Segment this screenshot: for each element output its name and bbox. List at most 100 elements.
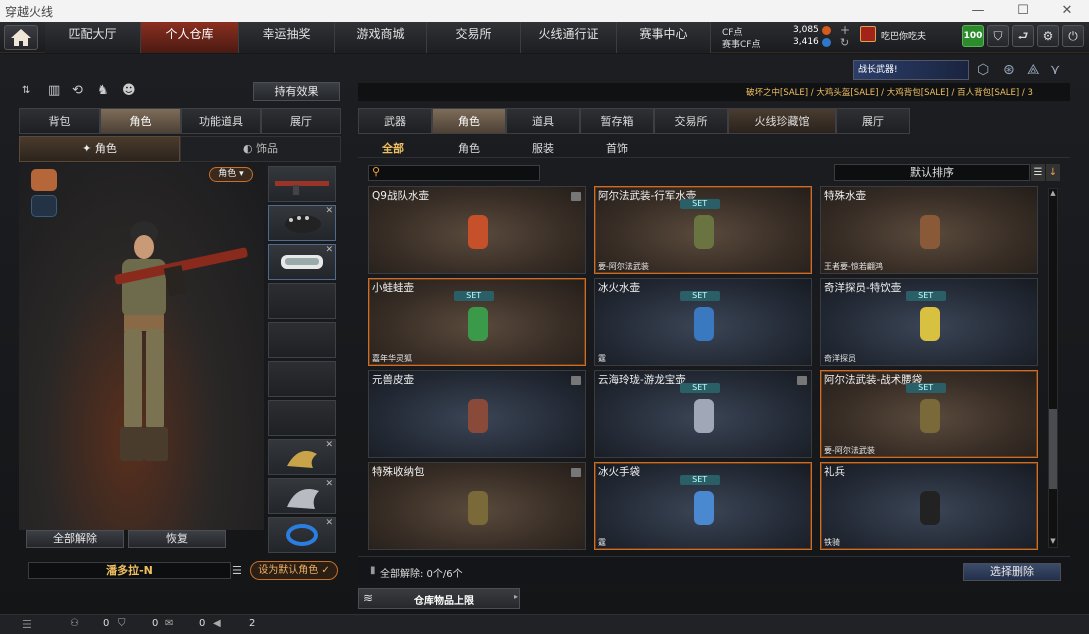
- lock-icon[interactable]: [571, 468, 581, 477]
- settings-gear-icon[interactable]: ⚙: [1037, 25, 1059, 47]
- right-tab-collection[interactable]: 火线珍藏馆: [728, 108, 836, 134]
- item-card[interactable]: 阿尔法武装-战术腰袋 SET 要-阿尔法武装: [820, 370, 1038, 458]
- scroll-thumb[interactable]: [1049, 409, 1057, 489]
- character-preview[interactable]: 角色 ▾: [19, 163, 264, 530]
- subtab-jewelry[interactable]: 首饰: [606, 140, 628, 156]
- slot-face[interactable]: ✕: [268, 244, 336, 280]
- slot-accessory-1[interactable]: ✕: [268, 439, 336, 475]
- add-cf-icon[interactable]: +: [840, 23, 850, 37]
- remove-icon[interactable]: ✕: [325, 440, 333, 450]
- slot-accessory-3[interactable]: ✕: [268, 517, 336, 553]
- nav-tab-pass[interactable]: 火线通行证: [521, 22, 617, 53]
- minimize-icon[interactable]: —: [956, 0, 1000, 22]
- right-tab-temp-box[interactable]: 暂存箱: [580, 108, 654, 134]
- role-badge[interactable]: 角色 ▾: [209, 167, 253, 182]
- set-default-button[interactable]: 设为默认角色 ✓: [250, 561, 338, 580]
- effect-button[interactable]: 持有效果: [253, 82, 340, 101]
- item-card[interactable]: 冰火水壶 SET 霆: [594, 278, 812, 366]
- item-card[interactable]: Q9战队水壶: [368, 186, 586, 274]
- right-tab-hall[interactable]: 展厅: [836, 108, 910, 134]
- remove-icon[interactable]: ✕: [325, 479, 333, 489]
- level-badge[interactable]: 100: [962, 25, 984, 47]
- pose-icon[interactable]: ♞: [97, 83, 109, 98]
- storage-limit-button[interactable]: ≋ 仓库物品上限 ▸: [358, 588, 520, 609]
- item-card[interactable]: 奇洋探员-特饮壶 SET 奇洋探员: [820, 278, 1038, 366]
- left-tab-function[interactable]: 功能道具: [181, 108, 261, 134]
- badge-icon-2[interactable]: ⊛: [1003, 62, 1015, 78]
- subtab-clothing[interactable]: 服装: [532, 140, 554, 156]
- right-tab-role[interactable]: 角色: [432, 108, 506, 134]
- sort-direction-icon[interactable]: ↓: [1046, 164, 1060, 181]
- scroll-down-icon[interactable]: ▼: [1049, 537, 1057, 547]
- slot-empty-1[interactable]: [268, 283, 336, 319]
- role-mode-icon[interactable]: [31, 169, 57, 191]
- slot-head[interactable]: ✕: [268, 205, 336, 241]
- badge-icon-1[interactable]: ⬡: [977, 62, 989, 78]
- menu-icon[interactable]: ☰: [22, 618, 32, 631]
- item-card[interactable]: 礼兵 铁骑: [820, 462, 1038, 550]
- shield-icon[interactable]: ⛉: [118, 618, 126, 629]
- right-tab-exchange[interactable]: 交易所: [654, 108, 728, 134]
- nav-tab-exchange[interactable]: 交易所: [427, 22, 521, 53]
- subtab-role[interactable]: 角色: [458, 140, 480, 156]
- nav-tab-lottery[interactable]: 幸运抽奖: [239, 22, 335, 53]
- scroll-up-icon[interactable]: ▲: [1049, 189, 1057, 199]
- left-tab-hall[interactable]: 展厅: [261, 108, 341, 134]
- home-button[interactable]: [4, 25, 38, 50]
- subtab-role[interactable]: ✦ 角色: [19, 136, 180, 162]
- remove-icon[interactable]: ✕: [325, 206, 333, 216]
- item-card[interactable]: 元兽皮壶: [368, 370, 586, 458]
- nav-tab-shop[interactable]: 游戏商城: [335, 22, 427, 53]
- rotate-icon[interactable]: ⟲: [72, 83, 83, 98]
- rank-shield-icon[interactable]: ⛉: [987, 25, 1009, 47]
- grid-scrollbar[interactable]: ▲ ▼: [1048, 188, 1058, 548]
- wing-mode-icon[interactable]: [31, 195, 57, 217]
- volume-icon[interactable]: ◀: [213, 618, 221, 629]
- list-icon[interactable]: ☰: [232, 562, 246, 579]
- refresh-icon[interactable]: ↻: [840, 36, 849, 49]
- chat-icon[interactable]: ✉: [165, 618, 173, 629]
- nav-tab-events[interactable]: 赛事中心: [617, 22, 711, 53]
- close-icon[interactable]: ✕: [1045, 0, 1089, 22]
- right-tab-weapon[interactable]: 武器: [358, 108, 432, 134]
- left-tab-bag[interactable]: 背包: [19, 108, 100, 134]
- item-card[interactable]: 云海玲珑-游龙宝壶 SET: [594, 370, 812, 458]
- slot-accessory-2[interactable]: ✕: [268, 478, 336, 514]
- restore-button[interactable]: 恢复: [128, 530, 226, 548]
- select-release-button[interactable]: 选择删除: [963, 563, 1061, 581]
- item-card[interactable]: 特殊收纳包: [368, 462, 586, 550]
- item-card[interactable]: 阿尔法武装-行军水壶 SET 要-阿尔法武装: [594, 186, 812, 274]
- slot-weapon[interactable]: [268, 166, 336, 202]
- right-tab-items[interactable]: 道具: [506, 108, 580, 134]
- weapon-banner[interactable]: 战长武器!: [853, 60, 969, 80]
- sort-dropdown[interactable]: 默认排序: [834, 164, 1030, 181]
- slot-empty-2[interactable]: [268, 322, 336, 358]
- release-all-button[interactable]: 全部解除: [26, 530, 124, 548]
- subtab-accessory[interactable]: ◐ 饰品: [180, 136, 341, 162]
- subtab-all[interactable]: 全部: [382, 140, 404, 156]
- slot-empty-3[interactable]: [268, 361, 336, 397]
- nav-tab-storage[interactable]: 个人仓库: [141, 22, 239, 53]
- sort-list-icon[interactable]: ☰: [1031, 164, 1045, 181]
- item-card[interactable]: 冰火手袋 SET 霆: [594, 462, 812, 550]
- remove-icon[interactable]: ✕: [325, 245, 333, 255]
- lock-icon[interactable]: [571, 192, 581, 201]
- exit-room-icon[interactable]: ⮐: [1012, 25, 1034, 47]
- lock-icon[interactable]: [797, 376, 807, 385]
- toggle-off-icon[interactable]: ⇅: [22, 85, 40, 99]
- search-input[interactable]: ⚲: [368, 165, 540, 181]
- stats-icon[interactable]: ▥: [48, 83, 60, 98]
- power-icon[interactable]: ⏻: [1062, 25, 1084, 47]
- pet-icon[interactable]: ☻: [122, 83, 136, 98]
- badge-icon-3[interactable]: ⟁: [1027, 62, 1040, 78]
- friends-icon[interactable]: ⚇: [70, 618, 79, 629]
- item-card[interactable]: 特殊水壶 王者要-惊若翩鸿: [820, 186, 1038, 274]
- item-card[interactable]: 小蛙蛙壶 SET 嘉年华灵狐: [368, 278, 586, 366]
- badge-icon-4[interactable]: ⋎: [1050, 62, 1060, 78]
- left-tab-role[interactable]: 角色: [100, 108, 181, 134]
- lock-icon[interactable]: [571, 376, 581, 385]
- slot-empty-4[interactable]: [268, 400, 336, 436]
- nav-tab-lobby[interactable]: 匹配大厅: [45, 22, 141, 53]
- maximize-icon[interactable]: ☐: [1001, 0, 1045, 22]
- remove-icon[interactable]: ✕: [325, 518, 333, 528]
